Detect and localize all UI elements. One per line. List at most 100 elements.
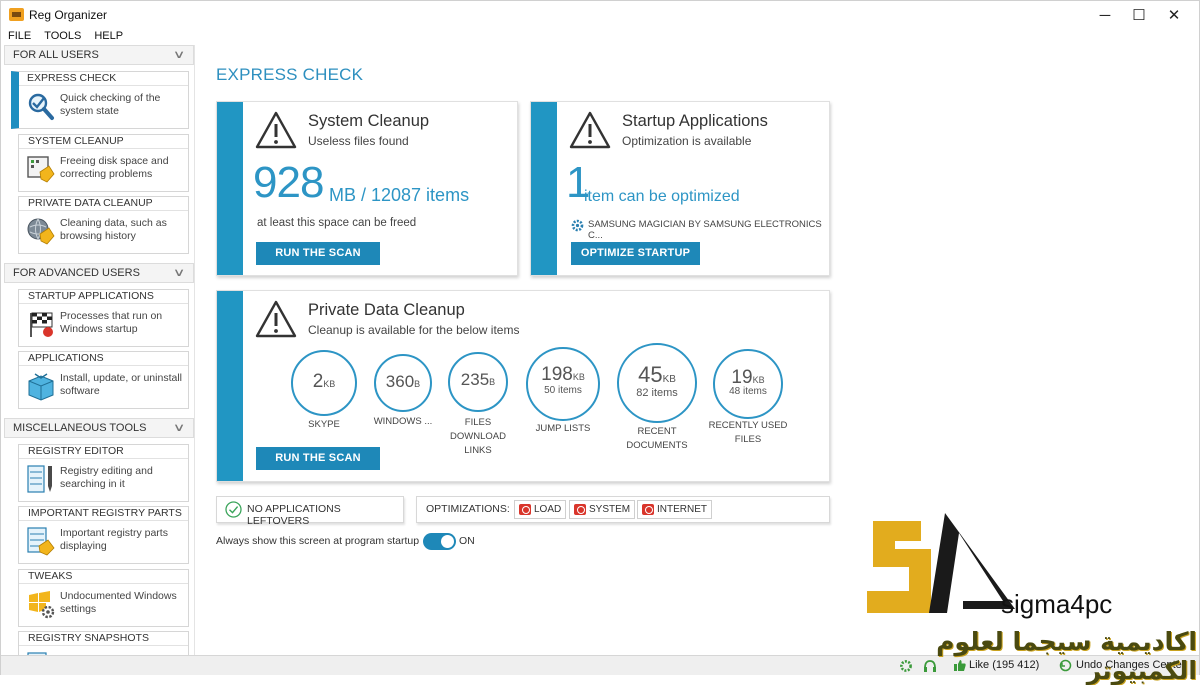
sidebar-item-desc: Install, update, or uninstall software xyxy=(60,372,182,397)
run-scan-button[interactable]: RUN THE SCAN xyxy=(256,242,380,265)
warning-icon xyxy=(255,111,297,149)
item-count: 82 items xyxy=(636,387,678,399)
private-item-recent-documents[interactable]: 45KB 82 items xyxy=(617,343,697,423)
run-scan-button[interactable]: RUN THE SCAN xyxy=(256,447,380,470)
item-unit: B xyxy=(414,379,421,389)
item-unit: KB xyxy=(323,379,336,389)
warning-icon xyxy=(569,111,611,149)
item-value: 45 xyxy=(638,362,663,387)
private-item-recently-used-files[interactable]: 19KB 48 items xyxy=(713,349,783,419)
sidebar-item-private-data-cleanup[interactable]: PRIVATE DATA CLEANUP Cleaning data, such… xyxy=(18,196,189,254)
power-icon xyxy=(519,504,531,515)
private-item-files-download-links[interactable]: 235B xyxy=(448,352,508,412)
private-item-label: RECENTLY USED FILES xyxy=(708,420,788,445)
item-unit: KB xyxy=(572,372,585,382)
card-title: System Cleanup xyxy=(308,112,430,130)
sidebar-item-desc: Processes that run on Windows startup xyxy=(60,310,163,335)
private-item-label: JUMP LISTS xyxy=(535,423,591,434)
sidebar-item-title: STARTUP APPLICATIONS xyxy=(19,290,188,304)
app-logo-icon xyxy=(9,8,24,21)
pill-label: SYSTEM xyxy=(589,504,631,515)
box-icon xyxy=(28,373,54,401)
window-title: Reg Organizer xyxy=(29,8,108,22)
card-subtitle: Optimization is available xyxy=(622,134,752,148)
watermark-site: sigma4pc xyxy=(1001,589,1113,619)
optimization-load-button[interactable]: LOAD xyxy=(514,500,567,519)
chevron-down-icon[interactable]: ∨ xyxy=(173,48,186,61)
chevron-down-icon[interactable]: ∨ xyxy=(173,421,186,434)
no-leftovers-label: NO APPLICATIONS LEFTOVERS xyxy=(247,503,341,527)
sidebar-item-startup-applications[interactable]: STARTUP APPLICATIONS Processes that run … xyxy=(18,289,189,347)
registry-parts-icon xyxy=(27,527,55,556)
race-flag-icon xyxy=(30,312,53,337)
item-value: 198 xyxy=(541,364,573,385)
startup-toggle-label: Always show this screen at program start… xyxy=(216,535,420,547)
system-cleanup-card: System Cleanup Useless files found 928 M… xyxy=(216,101,518,276)
sidebar-item-title: EXPRESS CHECK xyxy=(19,72,188,86)
cleanup-size-unit: MB / 12087 items xyxy=(329,185,470,205)
sidebar-item-system-cleanup[interactable]: SYSTEM CLEANUP Freeing disk space and co… xyxy=(18,134,189,192)
sidebar-item-title: SYSTEM CLEANUP xyxy=(19,135,188,149)
gear-icon xyxy=(571,219,584,232)
section-header-miscellaneous-tools[interactable]: MISCELLANEOUS TOOLS ∨ xyxy=(4,418,194,438)
section-header-for-advanced-users[interactable]: FOR ADVANCED USERS ∨ xyxy=(4,263,194,283)
item-value: 19 xyxy=(731,367,753,388)
sidebar-item-important-registry-parts[interactable]: IMPORTANT REGISTRY PARTS Important regis… xyxy=(18,506,189,564)
cleanup-size-value: 928 xyxy=(253,158,324,207)
main-content: EXPRESS CHECK System Cleanup Useless fil… xyxy=(196,45,1199,655)
power-icon xyxy=(574,504,586,515)
check-circle-icon xyxy=(225,501,242,518)
globe-broom-icon xyxy=(27,218,55,245)
optimizations-strip: OPTIMIZATIONS: LOAD SYSTEM INTERNET xyxy=(416,496,830,523)
app-window: Reg Organizer ─ ☐ ✕ FILE TOOLS HELP FOR … xyxy=(0,0,1200,685)
startup-toggle-switch[interactable] xyxy=(423,533,456,550)
menu-help[interactable]: HELP xyxy=(87,29,129,45)
startup-toggle-state: ON xyxy=(459,535,475,547)
private-item-label: WINDOWS ... xyxy=(373,416,433,427)
optimization-system-button[interactable]: SYSTEM xyxy=(569,500,636,519)
menu-bar: FILE TOOLS HELP xyxy=(1,29,129,45)
sidebar-item-desc: Freeing disk space and correcting proble… xyxy=(60,155,169,180)
optimization-internet-button[interactable]: INTERNET xyxy=(637,500,712,519)
section-header-for-all-users[interactable]: FOR ALL USERS ∨ xyxy=(4,45,194,65)
windows-gear-icon xyxy=(29,591,55,619)
sidebar-item-express-check[interactable]: EXPRESS CHECK Quick checking of the syst… xyxy=(11,71,189,129)
card-subtitle: Cleanup is available for the below items xyxy=(308,323,520,337)
startup-applications-card: Startup Applications Optimization is ava… xyxy=(530,101,830,276)
close-button[interactable]: ✕ xyxy=(1151,1,1197,29)
menu-tools[interactable]: TOOLS xyxy=(37,29,87,45)
sidebar-item-applications[interactable]: APPLICATIONS Install, update, or uninsta… xyxy=(18,351,189,409)
magnifier-check-icon xyxy=(28,93,54,120)
optimizations-label: OPTIMIZATIONS: xyxy=(426,503,510,515)
private-item-jump-lists[interactable]: 198KB 50 items xyxy=(526,347,600,421)
menu-file[interactable]: FILE xyxy=(1,29,37,45)
page-title: EXPRESS CHECK xyxy=(216,65,364,84)
sidebar-item-title: APPLICATIONS xyxy=(19,352,188,366)
card-accent-bar xyxy=(531,102,557,275)
sidebar-item-tweaks[interactable]: TWEAKS Undocumented Windows settings xyxy=(18,569,189,627)
startup-app-name[interactable]: SAMSUNG MAGICIAN BY SAMSUNG ELECTRONICS … xyxy=(588,219,829,241)
registry-editor-icon xyxy=(27,465,52,493)
private-data-card: Private Data Cleanup Cleanup is availabl… xyxy=(216,290,830,482)
watermark-arabic: اكاديمية سيجما لعلوم الكمبيوتر xyxy=(936,627,1197,685)
private-item-label: FILES DOWNLOAD LINKS xyxy=(450,417,506,456)
sidebar-item-desc: Registry editing and searching in it xyxy=(60,465,153,490)
private-item-skype[interactable]: 2KB xyxy=(291,350,357,416)
sidebar-item-desc: Important registry parts displaying xyxy=(60,527,168,552)
sidebar-item-registry-editor[interactable]: REGISTRY EDITOR Registry editing and sea… xyxy=(18,444,189,502)
sidebar-item-title: IMPORTANT REGISTRY PARTS xyxy=(19,507,188,521)
card-title: Startup Applications xyxy=(622,112,768,130)
item-value: 360 xyxy=(385,372,415,391)
item-unit: KB xyxy=(752,375,765,385)
chevron-down-icon[interactable]: ∨ xyxy=(173,266,186,279)
disk-broom-icon xyxy=(27,156,55,183)
private-item-windows[interactable]: 360B xyxy=(374,354,432,412)
card-accent-bar xyxy=(217,291,243,481)
section-label: FOR ADVANCED USERS xyxy=(13,267,140,279)
sidebar-item-registry-snapshots[interactable]: REGISTRY SNAPSHOTS xyxy=(18,631,189,655)
optimize-startup-button[interactable]: OPTIMIZE STARTUP xyxy=(571,242,700,265)
sigma4pc-logo xyxy=(867,513,1015,613)
private-item-label: RECENT DOCUMENTS xyxy=(626,426,688,451)
cleanup-note: at least this space can be freed xyxy=(257,217,417,229)
item-value: 2 xyxy=(312,371,324,392)
